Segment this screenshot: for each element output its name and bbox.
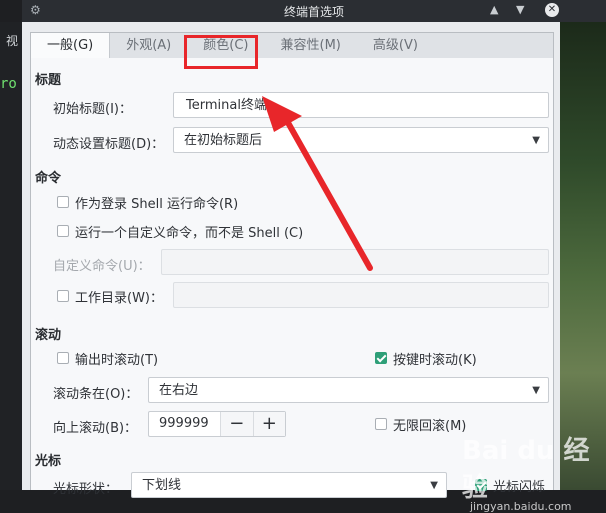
annotation-arrow-icon <box>262 96 373 271</box>
watermark: Bai du 经验 jingyan.baidu.com <box>462 430 606 513</box>
watermark-brand: Bai du 经验 <box>462 436 590 503</box>
watermark-url: jingyan.baidu.com <box>470 500 572 513</box>
